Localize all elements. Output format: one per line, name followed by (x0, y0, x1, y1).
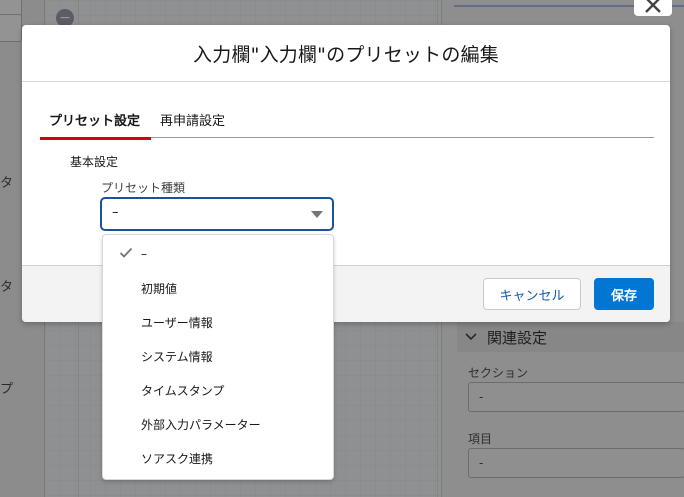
left-panel-text: タ (0, 176, 14, 191)
option-user-info[interactable]: ユーザー情報 (103, 305, 333, 339)
option-label: 初期値 (141, 281, 178, 296)
option-initial-value[interactable]: 初期値 (103, 271, 333, 305)
preset-type-value: – (112, 205, 119, 220)
left-panel-text: プ (0, 382, 14, 397)
tab-preset-settings[interactable]: プリセット設定 (40, 102, 152, 140)
left-panel-text: タ (0, 280, 14, 295)
check-icon (119, 247, 133, 258)
option-label: – (141, 247, 147, 261)
option-soasuku-link[interactable]: ソアスク連携 (103, 441, 333, 475)
chevron-down-icon (465, 333, 477, 341)
option-external-param[interactable]: 外部入力パラメーター (103, 407, 333, 441)
preset-type-label: プリセット種類 (101, 181, 186, 195)
section-field: - (468, 382, 684, 412)
item-field-label: 項目 (468, 432, 493, 446)
item-field: - (468, 448, 684, 478)
section-field-label: セクション (468, 366, 529, 380)
option-label: システム情報 (141, 349, 213, 364)
option-label: タイムスタンプ (141, 383, 225, 398)
chevron-down-icon (311, 211, 323, 218)
modal-close-button[interactable] (634, 0, 672, 16)
close-icon (645, 0, 661, 13)
left-panel-control (0, 14, 22, 42)
modal-title: 入力欄"入力欄"のプリセットの編集 (193, 43, 499, 66)
modal-header: 入力欄"入力欄"のプリセットの編集 (22, 25, 670, 82)
option-system-info[interactable]: システム情報 (103, 339, 333, 373)
tab-bar: プリセット設定 再申請設定 (40, 102, 654, 140)
preset-type-listbox: – 初期値 ユーザー情報 システム情報 タイムスタンプ 外部入力パラメーター ソ… (102, 234, 334, 480)
preset-type-combobox[interactable]: – (100, 197, 334, 231)
tab-resubmit-settings[interactable]: 再申請設定 (151, 102, 236, 138)
basic-settings-heading: 基本設定 (70, 155, 119, 169)
cancel-button[interactable]: キャンセル (483, 278, 581, 310)
related-settings-header: 関連設定 (457, 322, 684, 352)
option-timestamp[interactable]: タイムスタンプ (103, 373, 333, 407)
option-label: ソアスク連携 (141, 451, 214, 466)
option-label: 外部入力パラメーター (141, 417, 261, 432)
save-button[interactable]: 保存 (594, 278, 654, 310)
related-settings-label: 関連設定 (487, 328, 548, 347)
option-label: ユーザー情報 (141, 315, 213, 330)
option-none[interactable]: – (103, 237, 333, 271)
